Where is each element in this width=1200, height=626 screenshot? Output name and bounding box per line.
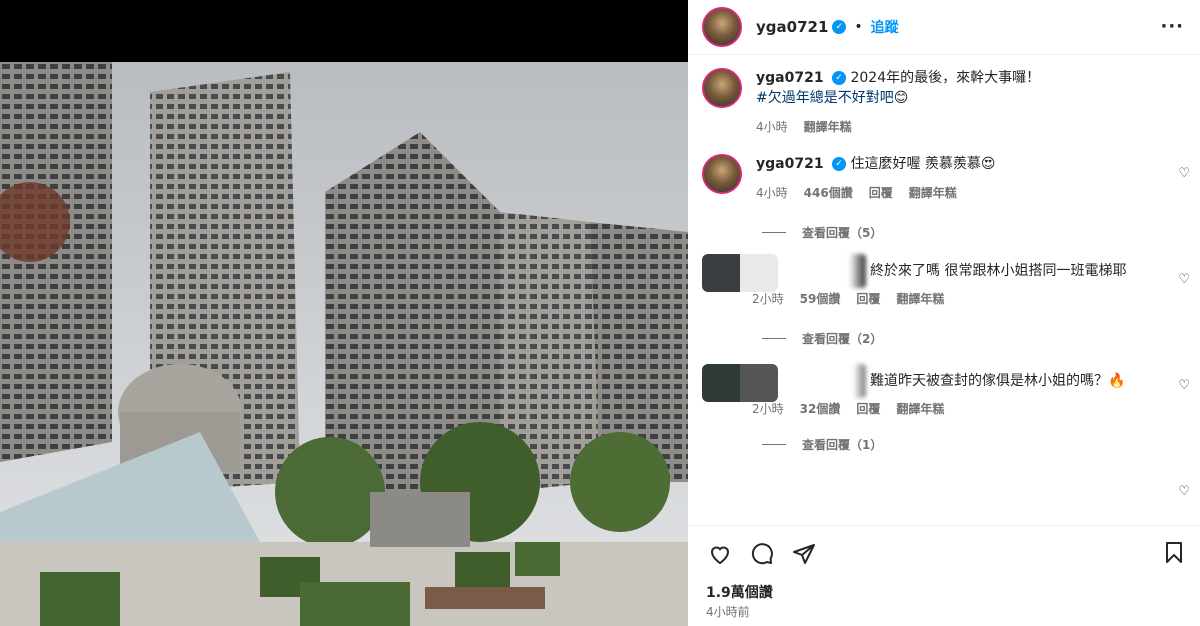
comment-text: 難道昨天被查封的傢俱是林小姐的嗎？🔥 — [782, 364, 1186, 398]
translate-button[interactable]: 翻譯年糕 — [804, 118, 852, 135]
separator-dot: • — [854, 19, 863, 35]
translate-button[interactable]: 翻譯年糕 — [896, 290, 944, 307]
translate-button[interactable]: 翻譯年糕 — [909, 184, 957, 201]
reply-button[interactable]: 回覆 — [856, 290, 880, 307]
comment-time: 4小時 — [756, 186, 788, 200]
more-options-icon[interactable]: ··· — [1160, 16, 1184, 37]
avatar[interactable] — [702, 154, 742, 194]
view-replies-button[interactable]: 查看回覆（1） — [762, 436, 882, 453]
heart-icon[interactable]: ♡ — [1178, 272, 1190, 287]
caption-username[interactable]: yga0721 — [756, 70, 824, 86]
bookmark-icon[interactable] — [1162, 540, 1186, 568]
comment-item: yga0721 ✓ 住這麼好喔 羨慕羨慕😍 4小時 446個讚 回覆 翻譯年糕 — [702, 154, 1186, 201]
comment-username-redacted — [782, 364, 866, 398]
heart-icon[interactable]: ♡ — [1178, 484, 1190, 499]
caption-body: 2024年的最後，來幹大事囉！ — [850, 70, 1041, 86]
like-count[interactable]: 1.9萬個讚 — [706, 582, 773, 602]
username[interactable]: yga0721 — [756, 18, 828, 36]
verified-badge-icon: ✓ — [832, 20, 847, 34]
caption-text: yga0721 ✓ 2024年的最後，來幹大事囉！ #欠過年總是不好對吧😊 — [756, 68, 1186, 108]
heart-icon[interactable]: ♡ — [1178, 166, 1190, 181]
comment-time: 2小時 — [752, 292, 784, 306]
avatar[interactable] — [702, 254, 778, 292]
comment-item: 終於來了嗎 很常跟林小姐搭同一班電梯耶 2小時 59個讚 回覆 翻譯年糕 — [702, 254, 1186, 307]
comment-body: 終於來了嗎 很常跟林小姐搭同一班電梯耶 — [870, 263, 1127, 279]
comment-text: 終於來了嗎 很常跟林小姐搭同一班電梯耶 — [782, 254, 1186, 288]
view-replies-label: 查看回覆（1） — [802, 438, 883, 452]
share-icon[interactable] — [790, 540, 818, 568]
reply-button[interactable]: 回覆 — [856, 400, 880, 417]
heart-icon[interactable]: ♡ — [1178, 378, 1190, 393]
verified-badge-icon: ✓ — [832, 71, 847, 85]
comment-icon[interactable] — [748, 540, 776, 568]
comment-likes[interactable]: 59個讚 — [800, 290, 841, 307]
comment-meta: 2小時 32個讚 回覆 翻譯年糕 — [752, 400, 1186, 417]
post-actions: 1.9萬個讚 4小時前 — [688, 525, 1200, 626]
comment-meta: 4小時 446個讚 回覆 翻譯年糕 — [756, 184, 1186, 201]
divider — [762, 444, 786, 445]
comment-item: 難道昨天被查封的傢俱是林小姐的嗎？🔥 2小時 32個讚 回覆 翻譯年糕 — [702, 364, 1186, 417]
comment-username[interactable]: yga0721 — [756, 156, 824, 172]
comment-body: 住這麼好喔 羨慕羨慕😍 — [850, 156, 996, 172]
post-header: yga0721 ✓ • 追蹤 ··· — [688, 0, 1200, 55]
comment-meta: 2小時 59個讚 回覆 翻譯年糕 — [752, 290, 1186, 307]
heart-icon[interactable] — [706, 540, 734, 568]
follow-button[interactable]: 追蹤 — [871, 17, 899, 37]
comment-body: 難道昨天被查封的傢俱是林小姐的嗎？🔥 — [870, 373, 1126, 389]
avatar[interactable] — [702, 68, 742, 108]
caption-emoji: 😊 — [893, 90, 909, 106]
hashtag-link[interactable]: #欠過年總是不好對吧 — [756, 90, 894, 106]
post-photo — [0, 0, 688, 626]
comment-time: 2小時 — [752, 402, 784, 416]
comment-text: yga0721 ✓ 住這麼好喔 羨慕羨慕😍 — [756, 154, 1186, 174]
avatar[interactable] — [702, 7, 742, 47]
comment-likes[interactable]: 32個讚 — [800, 400, 841, 417]
divider — [762, 232, 786, 233]
caption: yga0721 ✓ 2024年的最後，來幹大事囉！ #欠過年總是不好對吧😊 4小… — [702, 68, 1186, 135]
translate-button[interactable]: 翻譯年糕 — [896, 400, 944, 417]
view-replies-button[interactable]: 查看回覆（2） — [762, 330, 882, 347]
building-photo — [0, 62, 688, 626]
caption-meta: 4小時 翻譯年糕 — [756, 118, 1186, 135]
view-replies-label: 查看回覆（2） — [802, 332, 883, 346]
verified-badge-icon: ✓ — [832, 157, 847, 171]
caption-time: 4小時 — [756, 120, 788, 134]
reply-button[interactable]: 回覆 — [869, 184, 893, 201]
divider — [762, 338, 786, 339]
view-replies-button[interactable]: 查看回覆（5） — [762, 224, 882, 241]
comment-username-redacted — [782, 254, 866, 288]
comment-likes[interactable]: 446個讚 — [804, 184, 853, 201]
view-replies-label: 查看回覆（5） — [802, 226, 883, 240]
post-timestamp: 4小時前 — [706, 605, 750, 619]
avatar[interactable] — [702, 364, 778, 402]
post-sidebar: yga0721 ✓ • 追蹤 ··· yga0721 ✓ 2024年的最後，來幹… — [688, 0, 1200, 626]
